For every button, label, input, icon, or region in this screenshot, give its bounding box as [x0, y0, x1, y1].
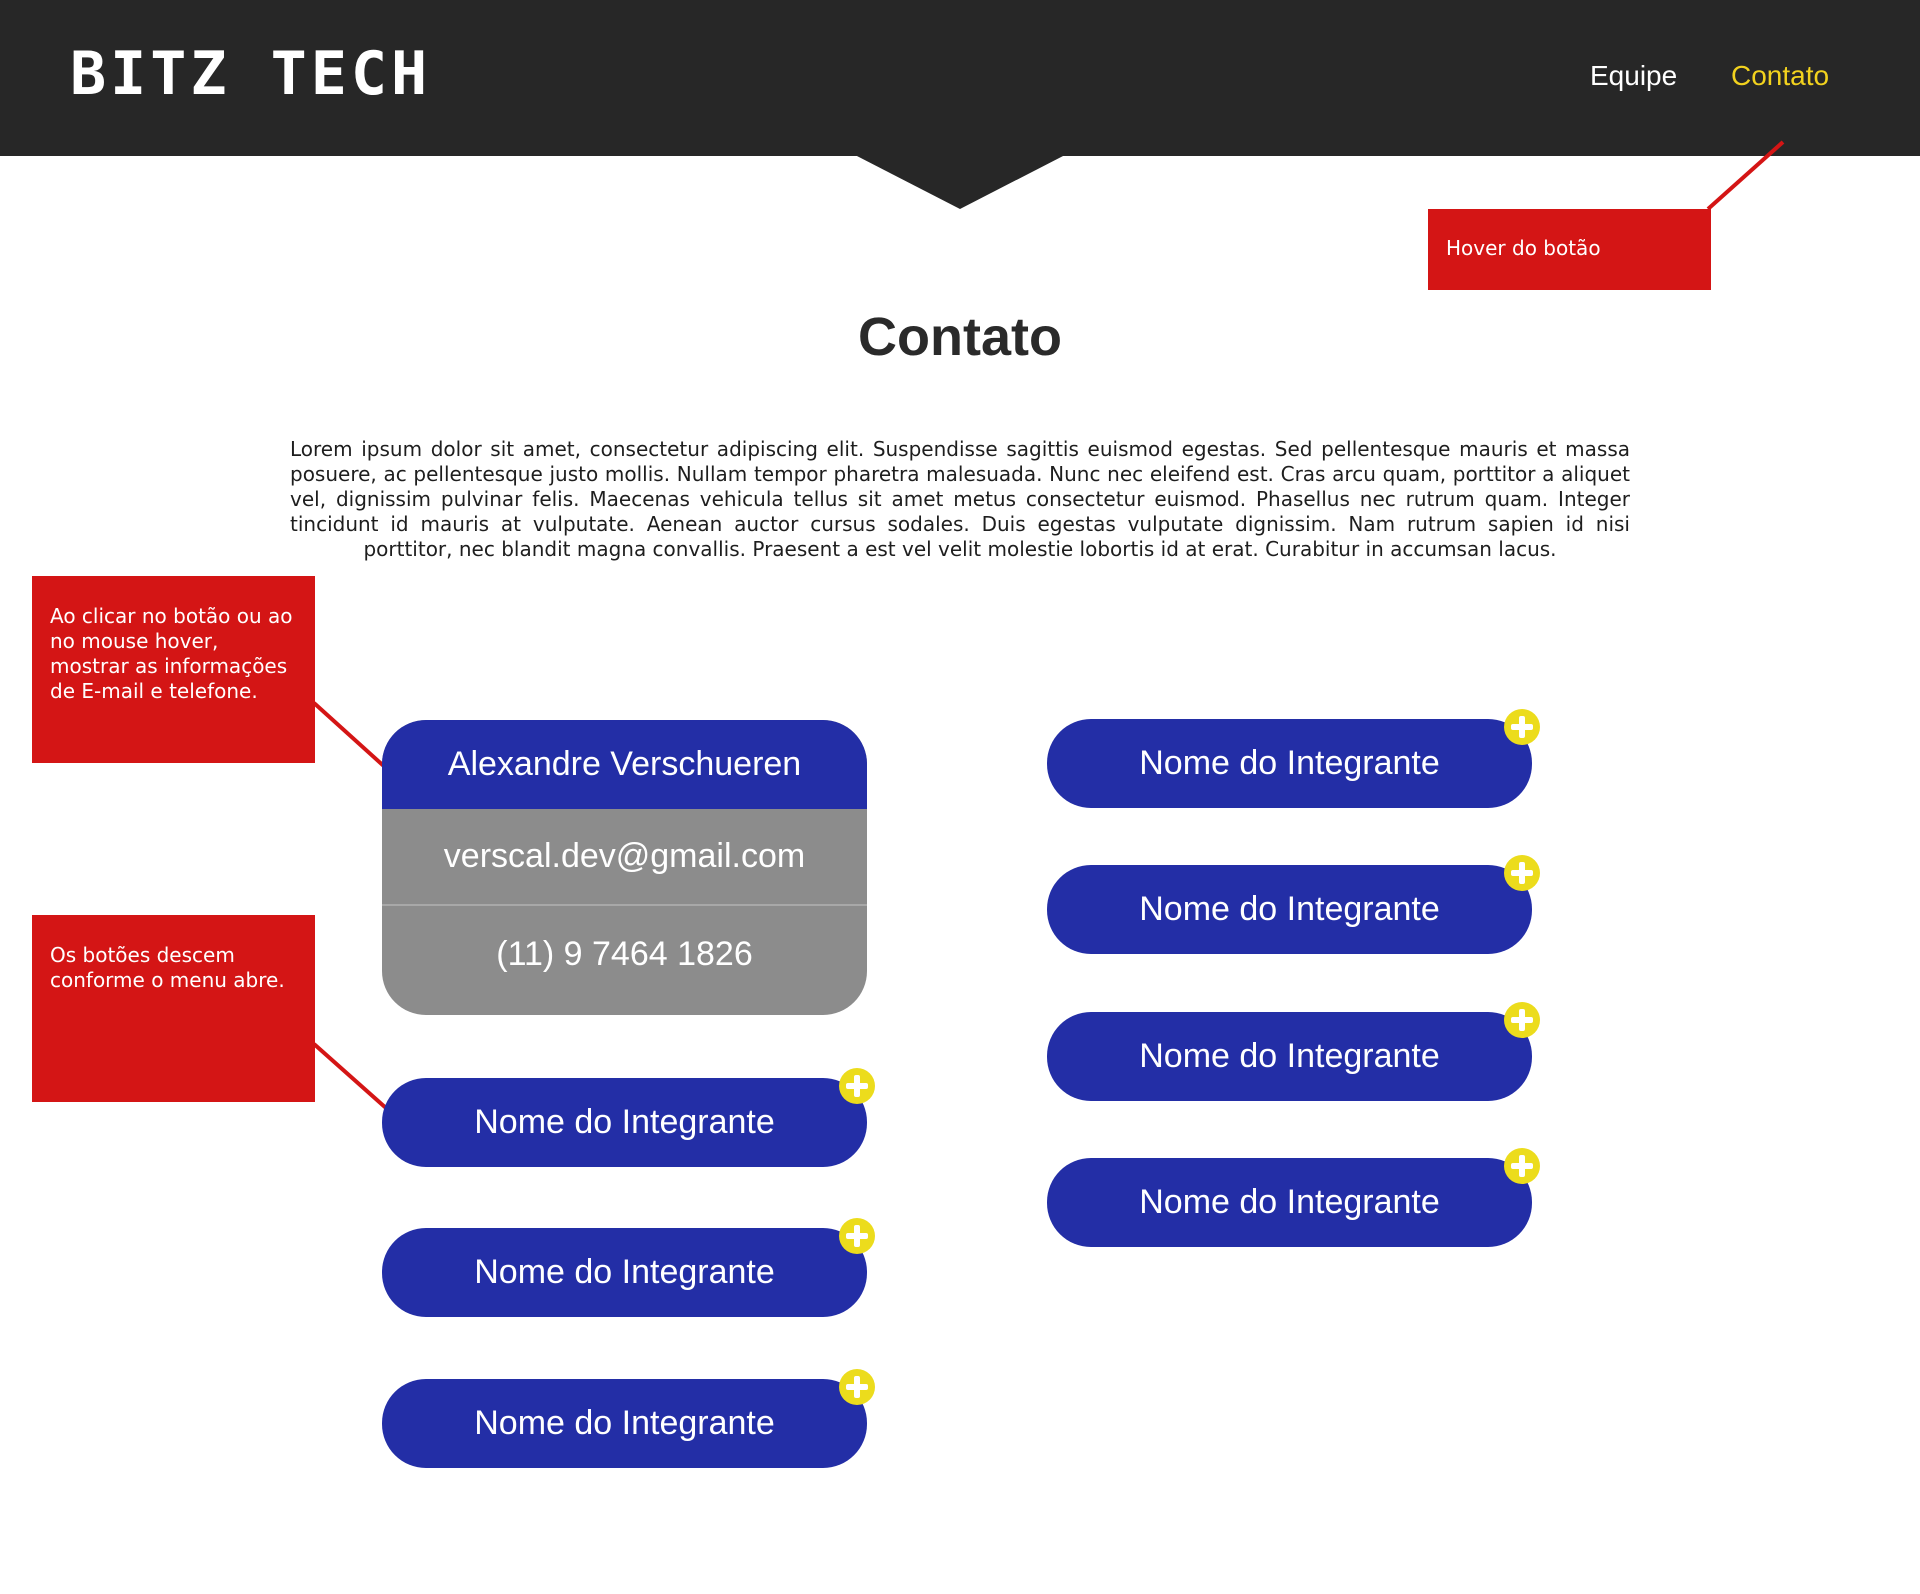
- annotation-descend: Os botões descem conforme o menu abre.: [32, 915, 315, 1102]
- annotation-click: Ao clicar no botão ou ao no mouse hover,…: [32, 576, 315, 763]
- member-button[interactable]: Nome do Integrante: [382, 1218, 875, 1317]
- connector-click: [312, 701, 388, 770]
- member-button[interactable]: Nome do Integrante: [1047, 1002, 1540, 1101]
- annotation-hover: Hover do botão: [1428, 209, 1711, 290]
- site-header: BITZ TECH Equipe Contato: [0, 0, 1920, 156]
- member-button[interactable]: Nome do Integrante: [1047, 1148, 1540, 1247]
- nav-contato[interactable]: Contato: [1731, 60, 1829, 92]
- member-button[interactable]: Nome do Integrante: [382, 1369, 875, 1468]
- member-button-label: Nome do Integrante: [1139, 744, 1440, 782]
- member-card-expanded[interactable]: Alexandre Verschueren verscal.dev@gmail.…: [382, 720, 867, 1015]
- member-button-label: Nome do Integrante: [1139, 1183, 1440, 1221]
- nav-equipe[interactable]: Equipe: [1590, 60, 1677, 92]
- plus-icon[interactable]: [1504, 1148, 1540, 1184]
- connector-descend: [312, 1042, 388, 1110]
- member-button[interactable]: Nome do Integrante: [1047, 855, 1540, 954]
- member-button-label: Nome do Integrante: [474, 1103, 775, 1141]
- member-button[interactable]: Nome do Integrante: [382, 1068, 875, 1167]
- plus-icon[interactable]: [1504, 709, 1540, 745]
- member-button-label: Nome do Integrante: [1139, 1037, 1440, 1075]
- member-button-label: Nome do Integrante: [474, 1253, 775, 1291]
- intro-text: Lorem ipsum dolor sit amet, consectetur …: [290, 437, 1630, 561]
- member-button-label: Nome do Integrante: [1139, 890, 1440, 928]
- plus-icon[interactable]: [839, 1068, 875, 1104]
- member-button[interactable]: Nome do Integrante: [1047, 709, 1540, 808]
- member-card-phone: (11) 9 7464 1826: [496, 935, 753, 973]
- site-logo[interactable]: BITZ TECH: [70, 44, 431, 104]
- member-button-label: Nome do Integrante: [474, 1404, 775, 1442]
- header-notch: [855, 155, 1065, 209]
- plus-icon[interactable]: [839, 1369, 875, 1405]
- plus-icon[interactable]: [1504, 855, 1540, 891]
- member-card-name[interactable]: Alexandre Verschueren: [382, 720, 867, 809]
- member-card-email: verscal.dev@gmail.com: [382, 809, 867, 906]
- page-title: Contato: [858, 307, 1062, 367]
- plus-icon[interactable]: [839, 1218, 875, 1254]
- plus-icon[interactable]: [1504, 1002, 1540, 1038]
